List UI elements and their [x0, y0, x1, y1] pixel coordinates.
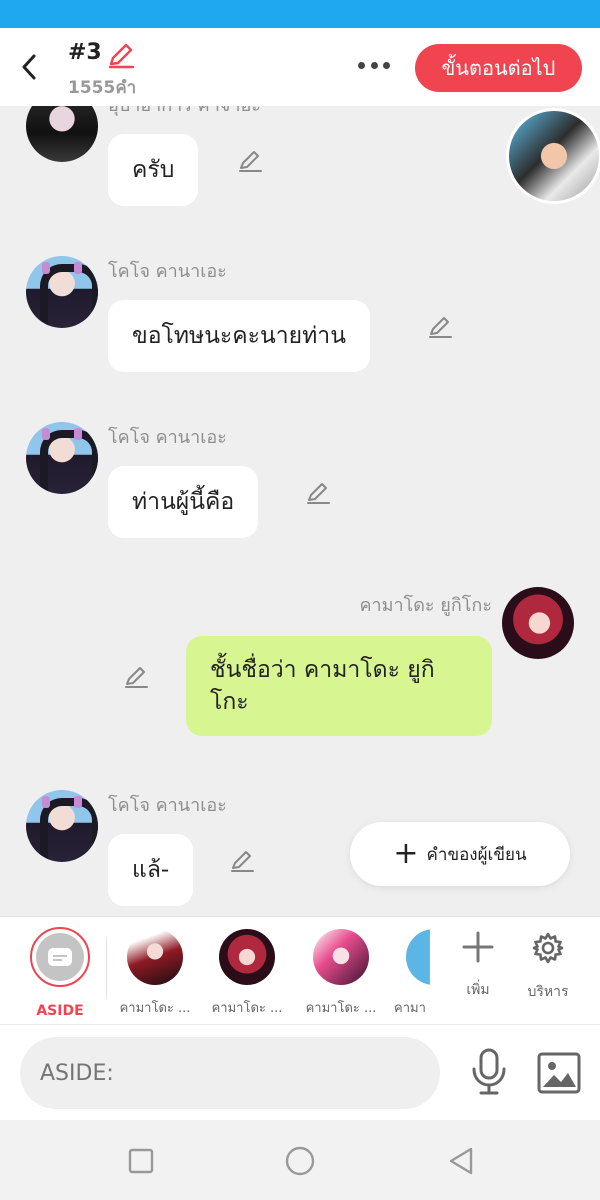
message-bubble[interactable]: ขอโทษนะคะนายท่าน [108, 300, 370, 372]
back-button[interactable] [14, 50, 44, 84]
recent-apps-icon[interactable] [124, 1144, 158, 1178]
pencil-icon[interactable] [304, 478, 332, 506]
chevron-left-icon [22, 54, 36, 80]
back-nav-icon[interactable] [444, 1144, 478, 1178]
character-item[interactable]: คามาโดะ ... [202, 929, 292, 1018]
avatar[interactable] [26, 422, 98, 494]
message-bubble[interactable]: ชั้นชื่อว่า คามาโดะ ยูกิโกะ [186, 636, 492, 736]
pencil-icon[interactable] [228, 846, 256, 874]
speaker-name: โคโจ คานาเอะ [108, 795, 227, 816]
character-item[interactable]: คามาโดะ ... [296, 929, 386, 1018]
character-label: คามาโดะ ... [211, 1001, 283, 1016]
message-input[interactable] [20, 1037, 440, 1109]
avatar[interactable] [26, 256, 98, 328]
manage-label: บริหาร [527, 984, 569, 1000]
add-label: เพิ่ม [466, 982, 490, 998]
author-note-label: คำของผู้เขียน [426, 844, 527, 865]
message-icon [36, 933, 84, 981]
message-bubble[interactable]: แล้- [108, 834, 194, 906]
avatar[interactable] [26, 106, 98, 162]
speaker-name: คามาโดะ ยูกิโกะ [359, 595, 492, 616]
character-avatar [127, 929, 183, 985]
pencil-icon[interactable] [122, 662, 150, 690]
character-avatar [313, 929, 369, 985]
speaker-name: อุบาอาการ คาจาอะ [108, 106, 261, 119]
manage-button[interactable]: บริหาร [518, 931, 578, 1003]
pencil-icon[interactable] [236, 146, 264, 174]
system-nav-bar [0, 1120, 600, 1200]
aside-button[interactable]: ASIDE [30, 927, 90, 1019]
chat-area[interactable]: อุบาอาการ คาจาอะ ครับ โคโจ คานาเอะ ขอโทษ… [0, 106, 600, 916]
home-icon[interactable] [283, 1144, 317, 1178]
next-step-button[interactable]: ขั้นตอนต่อไป [415, 44, 582, 92]
character-label: คามา [394, 1001, 426, 1016]
message-bubble[interactable]: ครับ [108, 134, 199, 206]
more-options-button[interactable] [352, 50, 396, 80]
plus-icon [462, 931, 494, 963]
input-bar [0, 1024, 600, 1120]
status-bar [0, 0, 600, 28]
plus-icon: + [393, 836, 419, 871]
author-note-button[interactable]: + คำของผู้เขียน [350, 822, 570, 886]
character-label: คามาโดะ ... [305, 1001, 377, 1016]
pencil-icon[interactable] [426, 312, 454, 340]
episode-number: #3 [68, 40, 102, 65]
character-bar: ASIDE คามาโดะ ... คามาโดะ ... คามาโดะ ..… [0, 916, 600, 1024]
word-count: 1555คำ [68, 78, 137, 98]
divider [106, 937, 107, 999]
character-avatar [219, 929, 275, 985]
character-item[interactable]: คามา [390, 929, 430, 1018]
gear-icon [532, 932, 564, 964]
image-icon [537, 1052, 581, 1094]
aside-circle [30, 927, 90, 987]
aside-label: ASIDE [36, 1003, 84, 1019]
character-avatar [406, 929, 430, 985]
edit-episode-button[interactable] [106, 40, 136, 70]
image-button[interactable] [536, 1051, 582, 1095]
speaker-name: โคโจ คานาเอะ [108, 261, 227, 282]
avatar[interactable] [26, 790, 98, 862]
pencil-icon [108, 43, 135, 69]
header: #3 1555คำ ขั้นตอนต่อไป [0, 28, 600, 106]
avatar[interactable] [502, 587, 574, 659]
current-character-avatar[interactable] [506, 108, 600, 204]
add-character-button[interactable]: เพิ่ม [448, 931, 508, 1001]
microphone-icon [472, 1048, 506, 1095]
speaker-name: โคโจ คานาเอะ [108, 427, 227, 448]
character-item[interactable]: คามาโดะ ... [110, 929, 200, 1018]
message-bubble[interactable]: ท่านผู้นี้คือ [108, 466, 259, 538]
microphone-button[interactable] [468, 1047, 510, 1097]
character-label: คามาโดะ ... [119, 1001, 191, 1016]
